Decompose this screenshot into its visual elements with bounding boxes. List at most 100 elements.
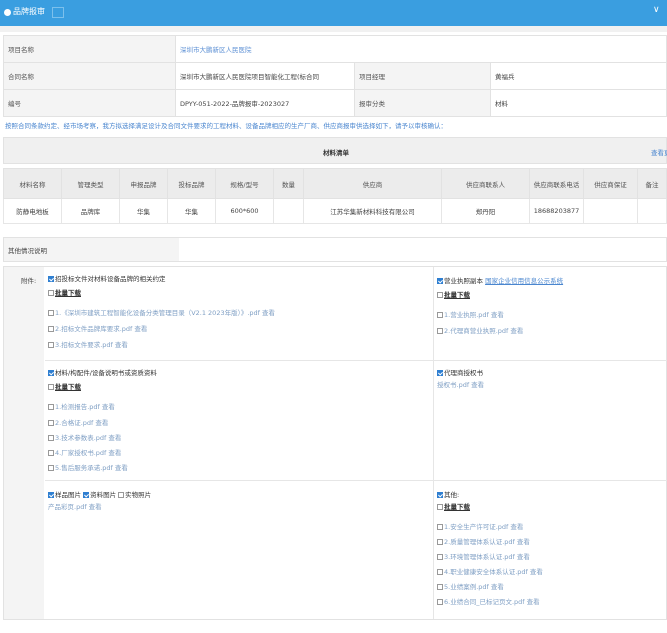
- col-header: 规格/型号: [215, 168, 274, 199]
- file-link[interactable]: 2.质量管理体系认证.pdf 查看: [444, 538, 530, 546]
- real-photos-checkbox[interactable]: [118, 492, 125, 498]
- table-cell: 品牌库: [61, 198, 120, 224]
- batch-download-link[interactable]: 批量下载: [55, 289, 81, 297]
- header-divider: [0, 26, 667, 32]
- col-header: 供应商联系电话: [529, 168, 584, 199]
- material-images-checkbox[interactable]: [83, 492, 90, 498]
- file-checkbox[interactable]: [437, 524, 443, 530]
- file-link[interactable]: 2.招标文件品牌库要求.pdf 查看: [55, 325, 147, 333]
- batch-download-checkbox[interactable]: [48, 290, 54, 296]
- contract-name-label: 合同名称: [3, 62, 176, 90]
- material-images-label: 资料图片: [90, 491, 117, 499]
- sample-images-checkbox[interactable]: [48, 492, 54, 498]
- file-link[interactable]: 6.业绩合同_已标记页文.pdf 查看: [444, 598, 540, 606]
- file-link[interactable]: 3.环境管理体系认证.pdf 查看: [444, 553, 530, 561]
- file-checkbox[interactable]: [48, 310, 54, 316]
- file-link[interactable]: 5.售后服务承诺.pdf 查看: [55, 464, 128, 472]
- file-link[interactable]: 1.《深圳市建筑工程智能化设备分类管理目录（V2.1 2023年版）》.pdf …: [55, 309, 275, 317]
- file-link[interactable]: 4.厂家授权书.pdf 查看: [55, 449, 121, 457]
- file-checkbox[interactable]: [48, 404, 54, 410]
- materials-table: 材料名称 管理类型 申报品牌 投标品牌 规格/型号 数量 供应商 供应商联系人 …: [3, 168, 667, 224]
- project-info-table: 项目名称 深圳市大鹏新区人民医院 合同名称 深圳市大鹏新区人民医院项目智能化工程…: [3, 35, 667, 117]
- section-title: 其他:: [444, 491, 460, 499]
- file-link[interactable]: 3.招标文件要求.pdf 查看: [55, 341, 128, 349]
- batch-download-link[interactable]: 批量下载: [444, 291, 470, 299]
- batch-download-checkbox[interactable]: [437, 504, 443, 510]
- attachments-panel: 附件: 招投标文件对材料设备品牌的相关约定 批量下载 1.《深圳市建筑工程智能化…: [3, 266, 667, 620]
- section-title: 招投标文件对材料设备品牌的相关约定: [55, 275, 166, 283]
- panel-header: 品牌报审 ∨: [0, 0, 667, 26]
- col-header: 申报品牌: [119, 168, 168, 199]
- authorization-checkbox[interactable]: [437, 370, 443, 376]
- window-box-icon[interactable]: [52, 7, 64, 18]
- col-header: 投标品牌: [167, 168, 216, 199]
- file-checkbox[interactable]: [48, 465, 54, 471]
- materials-header: 材料清单 查看更多: [3, 137, 667, 164]
- file-checkbox[interactable]: [48, 342, 54, 348]
- other-info-label: 其他情况说明: [4, 238, 179, 261]
- table-cell: [583, 198, 638, 224]
- batch-download-checkbox[interactable]: [437, 292, 443, 298]
- table-cell: 华集: [119, 198, 168, 224]
- file-checkbox[interactable]: [437, 599, 443, 605]
- col-header: 数量: [273, 168, 304, 199]
- collapse-chevron-icon[interactable]: ∨: [653, 5, 660, 16]
- project-name-label: 项目名称: [3, 35, 176, 63]
- table-cell: 18688203877: [529, 198, 584, 224]
- materials-header-row: 材料名称 管理类型 申报品牌 投标品牌 规格/型号 数量 供应商 供应商联系人 …: [3, 168, 667, 199]
- code-value: DPYY-051-2022-品牌报审-2023027: [175, 89, 355, 117]
- attachment-section-photos: 样品图片 资料图片 实物照片 产品彩页.pdf 查看: [45, 481, 434, 619]
- attachments-label: 附件:: [4, 267, 44, 619]
- specs-checkbox[interactable]: [48, 370, 54, 376]
- submission-note: 按照合同条款约定、经市场考察，我方拟选择满足设计及合同文件要求的工程材料、设备品…: [5, 122, 447, 130]
- section-title: 营业执照副本: [444, 277, 483, 285]
- col-header: 材料名称: [3, 168, 62, 199]
- attachment-section-other: 其他: 批量下载 1.安全生产许可证.pdf 查看 2.质量管理体系认证.pdf…: [434, 481, 667, 619]
- category-label: 报审分类: [354, 89, 491, 117]
- file-link[interactable]: 产品彩页.pdf 查看: [48, 503, 102, 511]
- table-cell: 郑丹阳: [441, 198, 530, 224]
- file-checkbox[interactable]: [437, 312, 443, 318]
- batch-download-link[interactable]: 批量下载: [444, 503, 470, 511]
- table-cell: 江苏华集新材料科技有限公司: [303, 198, 442, 224]
- table-cell: [273, 198, 304, 224]
- tender-checkbox[interactable]: [48, 276, 54, 282]
- attachment-section-specs: 材料/构配件/设备说明书或资质资料 批量下载 1.检测报告.pdf 查看 2.合…: [45, 361, 434, 481]
- file-link[interactable]: 授权书.pdf 查看: [437, 381, 484, 389]
- col-header: 供应商保证: [583, 168, 638, 199]
- file-checkbox[interactable]: [437, 539, 443, 545]
- attachment-section-license: 营业执照副本 国家企业信用信息公示系统 批量下载 1.营业执照.pdf 查看 2…: [434, 267, 667, 361]
- category-value: 材料: [490, 89, 667, 117]
- file-checkbox[interactable]: [48, 420, 54, 426]
- table-cell: 防静电地板: [3, 198, 62, 224]
- file-checkbox[interactable]: [48, 450, 54, 456]
- table-cell: 600*600: [215, 198, 274, 224]
- file-checkbox[interactable]: [437, 328, 443, 334]
- file-link[interactable]: 2.代理商营业执照.pdf 查看: [444, 327, 523, 335]
- file-checkbox[interactable]: [437, 554, 443, 560]
- col-header: 管理类型: [61, 168, 120, 199]
- view-more-link[interactable]: 查看更多: [651, 147, 667, 157]
- sample-images-label: 样品图片: [55, 491, 81, 499]
- file-link[interactable]: 1.安全生产许可证.pdf 查看: [444, 523, 523, 531]
- file-checkbox[interactable]: [437, 584, 443, 590]
- file-link[interactable]: 1.营业执照.pdf 查看: [444, 311, 504, 319]
- file-checkbox[interactable]: [48, 326, 54, 332]
- file-link[interactable]: 5.业绩案例.pdf 查看: [444, 583, 504, 591]
- batch-download-checkbox[interactable]: [48, 384, 54, 390]
- panel-dot-icon: [4, 9, 11, 16]
- file-link[interactable]: 1.检测报告.pdf 查看: [55, 403, 115, 411]
- project-name-value[interactable]: 深圳市大鹏新区人民医院: [175, 35, 667, 63]
- other-checkbox[interactable]: [437, 492, 443, 498]
- col-header: 供应商: [303, 168, 442, 199]
- batch-download-link[interactable]: 批量下载: [55, 383, 81, 391]
- file-checkbox[interactable]: [48, 435, 54, 441]
- file-link[interactable]: 3.技术参数表.pdf 查看: [55, 434, 121, 442]
- file-link[interactable]: 2.合格证.pdf 查看: [55, 419, 108, 427]
- project-manager-value: 黄福兵: [490, 62, 667, 90]
- credit-system-link[interactable]: 国家企业信用信息公示系统: [485, 277, 563, 285]
- license-checkbox[interactable]: [437, 278, 443, 284]
- file-checkbox[interactable]: [437, 569, 443, 575]
- table-cell: [637, 198, 667, 224]
- file-link[interactable]: 4.职业健康安全体系认证.pdf 查看: [444, 568, 543, 576]
